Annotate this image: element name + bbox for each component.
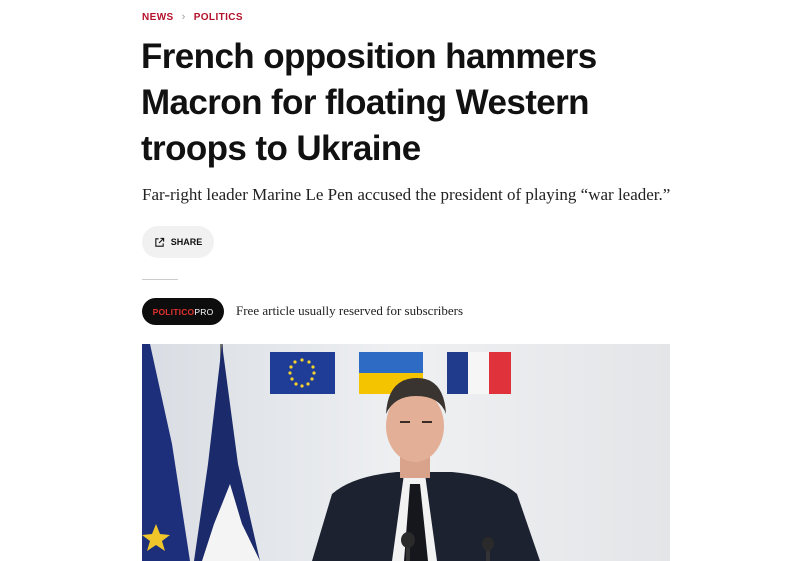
breadcrumb: NEWS › POLITICS bbox=[142, 11, 243, 23]
pro-note: Free article usually reserved for subscr… bbox=[236, 303, 464, 318]
share-icon bbox=[154, 237, 165, 248]
article-headline: French opposition hammers Macron for flo… bbox=[141, 37, 597, 168]
chevron-right-icon: › bbox=[181, 11, 186, 23]
share-label: SHARE bbox=[170, 237, 203, 247]
breadcrumb-politics-link[interactable]: POLITICS bbox=[194, 12, 243, 23]
badge-brand-politico: POLITICO bbox=[152, 306, 195, 317]
article-dek: Far-right leader Marine Le Pen accused t… bbox=[142, 185, 671, 204]
divider bbox=[142, 279, 178, 280]
eu-flag-icon bbox=[270, 352, 335, 394]
badge-brand-pro: PRO bbox=[194, 306, 214, 317]
france-flag-icon bbox=[447, 352, 511, 394]
share-button[interactable]: SHARE bbox=[142, 226, 214, 258]
politico-pro-badge[interactable]: POLITICO PRO bbox=[142, 298, 224, 325]
hero-image bbox=[142, 344, 670, 561]
breadcrumb-news-link[interactable]: NEWS bbox=[142, 12, 174, 23]
